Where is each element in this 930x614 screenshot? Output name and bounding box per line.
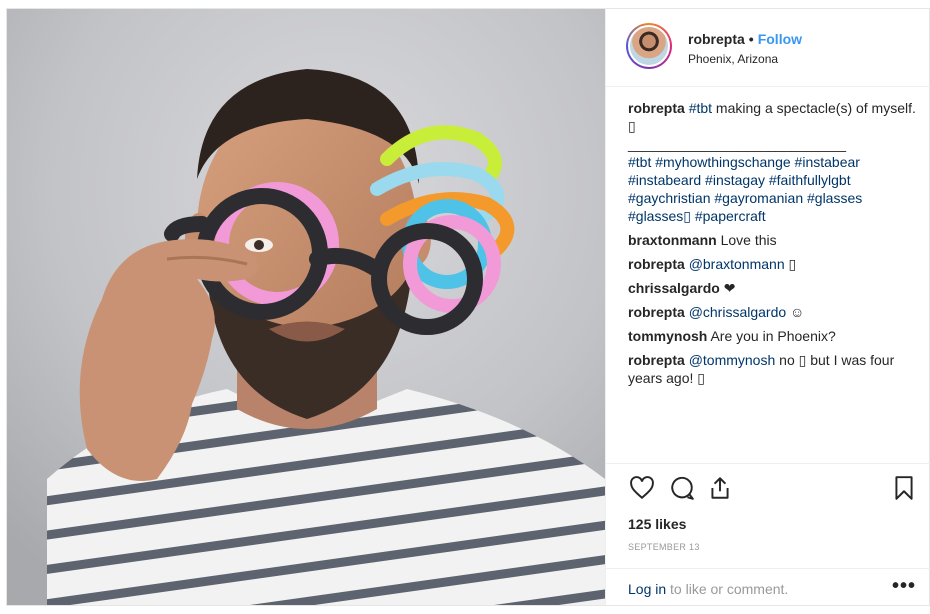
login-rest-text: to like or comment. xyxy=(666,581,789,597)
post-photo[interactable] xyxy=(7,9,605,605)
heart-icon[interactable] xyxy=(628,474,656,502)
post-actions: 125 likes SEPTEMBER 13 Log in to like or… xyxy=(606,463,930,605)
caption-emoji: ▯ xyxy=(628,118,636,134)
post-side-panel: robrepta • Follow Phoenix, Arizona robrept… xyxy=(605,9,930,605)
comment-username[interactable]: chrissalgardo xyxy=(628,280,720,296)
hashtag[interactable]: #papercraft xyxy=(691,208,766,224)
hashtag-line[interactable]: #instabeard #instagay #faithfullylgbt xyxy=(628,171,920,189)
action-icons xyxy=(628,474,918,502)
avatar-image xyxy=(628,25,670,67)
comment-item: chrissalgardo ❤ xyxy=(628,279,920,297)
post-dialog: robrepta • Follow Phoenix, Arizona robrept… xyxy=(6,8,930,606)
hashtag[interactable]: #tbt xyxy=(689,100,712,116)
more-options-icon[interactable]: ••• xyxy=(892,575,916,598)
header-username[interactable]: robrepta xyxy=(688,31,745,47)
share-icon[interactable] xyxy=(706,474,734,502)
follow-button[interactable]: Follow xyxy=(758,31,802,47)
post-date[interactable]: SEPTEMBER 13 xyxy=(628,542,700,552)
comment-text: ❤ xyxy=(723,280,736,296)
comments-list: robrepta #tbt making a spectacle(s) of m… xyxy=(628,99,920,393)
comment-text: Love this xyxy=(720,232,777,248)
hashtag-line[interactable]: #gaychristian #gayromanian #glasses xyxy=(628,189,920,207)
comment-icon[interactable] xyxy=(668,474,696,502)
caption-username[interactable]: robrepta xyxy=(628,100,685,116)
comment-text: ▯ xyxy=(784,256,797,272)
hashtag[interactable]: #glasses▯ xyxy=(628,208,691,224)
comment-username[interactable]: robrepta xyxy=(628,352,685,368)
login-prompt: Log in to like or comment. xyxy=(628,581,788,597)
comment-mention[interactable]: @tommynosh xyxy=(689,352,776,368)
comment-item: tommynosh Are you in Phoenix? xyxy=(628,327,920,345)
comment-username[interactable]: robrepta xyxy=(628,304,685,320)
header-user-line: robrepta • Follow xyxy=(688,31,802,47)
login-link[interactable]: Log in xyxy=(628,581,666,597)
photo-illustration xyxy=(7,9,605,605)
comment-mention[interactable]: @chrissalgardo xyxy=(689,304,786,320)
hashtag-line[interactable]: #tbt #myhowthingschange #instabear xyxy=(628,153,920,171)
header-separator: • xyxy=(748,31,754,47)
comment-mention[interactable]: @braxtonmann xyxy=(689,256,785,272)
comment-item: braxtonmann Love this xyxy=(628,231,920,249)
post-header: robrepta • Follow Phoenix, Arizona xyxy=(606,9,930,87)
caption-text: making a spectacle(s) of myself. xyxy=(712,100,916,116)
comment-username[interactable]: tommynosh xyxy=(628,328,707,344)
bookmark-icon[interactable] xyxy=(890,474,918,502)
location-link[interactable]: Phoenix, Arizona xyxy=(688,52,778,66)
caption: robrepta #tbt making a spectacle(s) of m… xyxy=(628,99,920,225)
likes-count[interactable]: 125 likes xyxy=(628,516,686,532)
comment-username[interactable]: robrepta xyxy=(628,256,685,272)
login-bar: Log in to like or comment. ••• xyxy=(606,568,930,606)
comment-text: ☺ xyxy=(786,304,805,320)
avatar[interactable] xyxy=(626,23,672,69)
comment-username[interactable]: braxtonmann xyxy=(628,232,717,248)
comment-item: robrepta @braxtonmann ▯ xyxy=(628,255,920,273)
comment-item: robrepta @chrissalgardo ☺ xyxy=(628,303,920,321)
comment-text: Are you in Phoenix? xyxy=(710,328,836,344)
comment-item: robrepta @tommynosh no ▯ but I was four … xyxy=(628,351,920,387)
caption-divider: ____________________________ xyxy=(628,136,847,152)
